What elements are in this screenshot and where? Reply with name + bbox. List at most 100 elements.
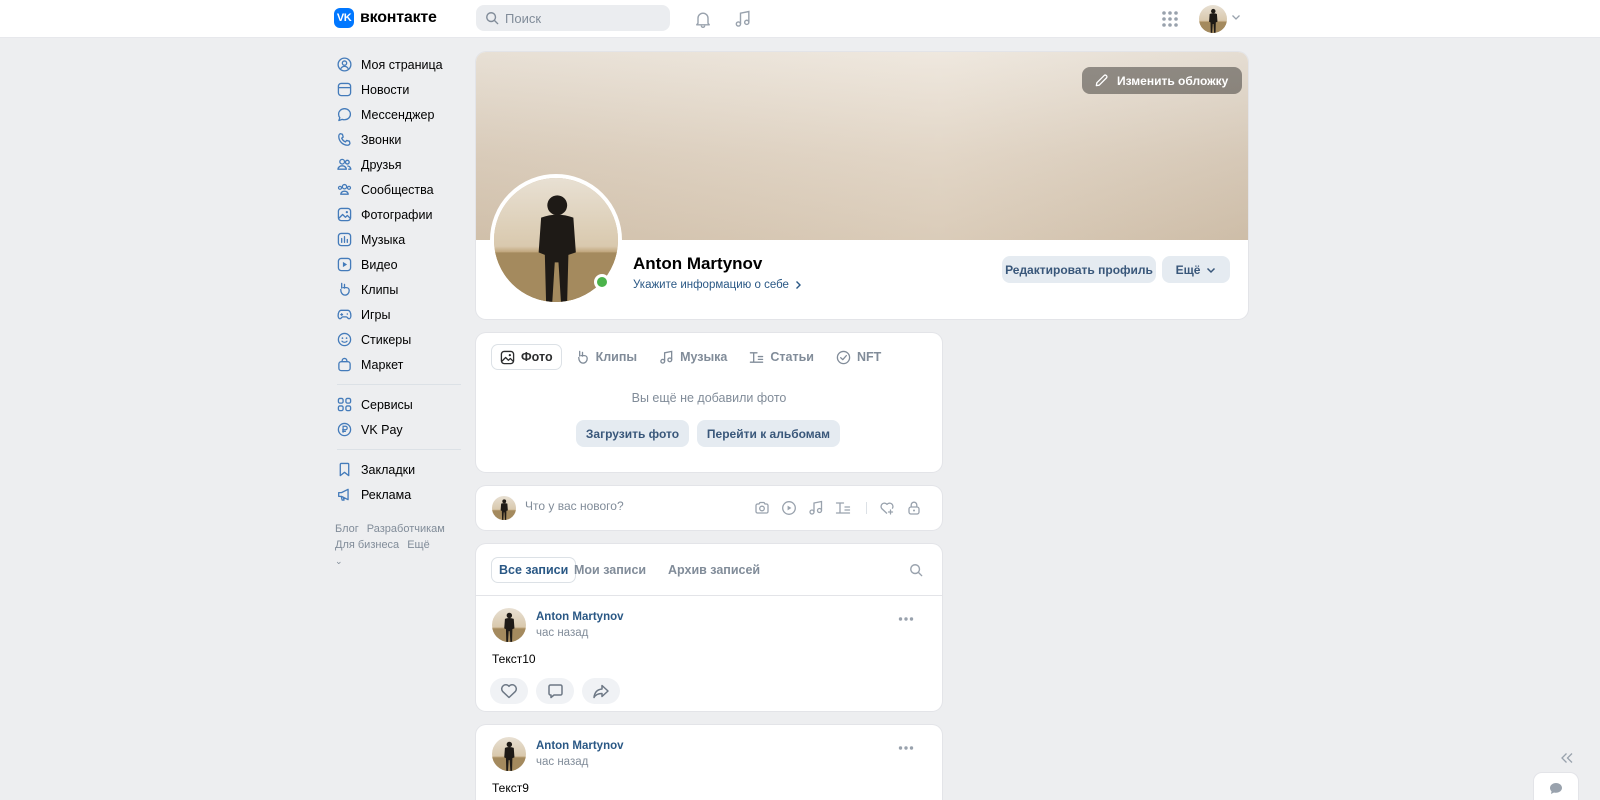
sidebar-item-friends[interactable]: Друзья: [334, 152, 464, 177]
photo-icon: [337, 207, 352, 222]
sidebar-item-vkpay[interactable]: VK Pay: [334, 417, 464, 442]
tab-my-posts[interactable]: Мои записи: [567, 558, 653, 582]
upload-photo-label: Загрузить фото: [585, 426, 680, 441]
edit-profile-button[interactable]: Редактировать профиль: [1002, 256, 1156, 283]
post-author-name[interactable]: Anton Martynov: [536, 611, 624, 623]
change-cover-button[interactable]: Изменить обложку: [1082, 67, 1243, 94]
article-icon: [750, 351, 764, 363]
top-header: VK вконтакте: [0, 0, 1600, 38]
sidebar-item-ads[interactable]: Реклама: [334, 482, 464, 507]
wall-post: Anton Martynov час назад Текст10: [476, 596, 942, 711]
sidebar-item-services[interactable]: Сервисы: [334, 392, 464, 417]
music-icon[interactable]: [808, 500, 824, 516]
go-to-albums-button[interactable]: Перейти к альбомам: [697, 420, 840, 447]
tab-photos[interactable]: Фото: [492, 345, 561, 369]
nav-group-services: Сервисы VK Pay: [334, 392, 464, 442]
sidebar-item-stickers[interactable]: Стикеры: [334, 327, 464, 352]
photo-icon: [500, 350, 515, 364]
share-button[interactable]: [582, 678, 620, 704]
search-box[interactable]: [476, 5, 670, 31]
sidebar-item-bookmarks[interactable]: Закладки: [334, 457, 464, 482]
recommend-heart-icon[interactable]: [879, 500, 895, 516]
go-to-albums-label: Перейти к альбомам: [706, 426, 831, 441]
search-icon[interactable]: [909, 563, 923, 577]
more-dots-icon[interactable]: [898, 616, 914, 622]
sidebar-item-communities[interactable]: Сообщества: [334, 177, 464, 202]
footer-more-label: Ещё: [407, 539, 430, 551]
media-tabs: Фото Клипы Музыка Статьи NFT: [492, 345, 889, 369]
chevron-down-icon[interactable]: [1231, 13, 1241, 21]
sidebar-item-games[interactable]: Игры: [334, 302, 464, 327]
sidebar-item-label: Фотографии: [361, 207, 433, 222]
footer-link-blog[interactable]: Блог: [335, 523, 359, 535]
tab-clips[interactable]: Клипы: [567, 345, 645, 369]
nav-group-extra: Закладки Реклама: [334, 457, 464, 507]
clips-icon: [340, 282, 350, 296]
comment-button[interactable]: [536, 678, 574, 704]
post-author-name[interactable]: Anton Martynov: [536, 740, 624, 752]
video-icon[interactable]: [781, 500, 797, 516]
music-player-icon[interactable]: [732, 8, 754, 30]
post-timestamp[interactable]: час назад: [536, 756, 588, 768]
lock-icon[interactable]: [906, 500, 922, 516]
edit-profile-label: Редактировать профиль: [1005, 262, 1153, 277]
left-sidebar: Моя страница Новости Мессенджер Звонки Д…: [334, 52, 464, 569]
apps-grid-icon[interactable]: [1159, 8, 1181, 30]
tab-music[interactable]: Музыка: [651, 345, 735, 369]
sidebar-item-calls[interactable]: Звонки: [334, 127, 464, 152]
tab-archive[interactable]: Архив записей: [661, 558, 767, 582]
sidebar-item-news[interactable]: Новости: [334, 77, 464, 102]
more-dots-icon[interactable]: [898, 745, 914, 751]
chat-button[interactable]: [1534, 773, 1578, 800]
sidebar-item-my-page[interactable]: Моя страница: [334, 52, 464, 77]
profile-more-label: Ещё: [1175, 262, 1201, 277]
chevron-down-icon: ⌄: [335, 556, 343, 566]
sidebar-item-label: Моя страница: [361, 57, 443, 72]
sidebar-item-messenger[interactable]: Мессенджер: [334, 102, 464, 127]
footer-link-developers[interactable]: Разработчикам: [367, 523, 445, 535]
music-icon: [337, 232, 352, 247]
tab-label: Музыка: [680, 350, 728, 364]
sidebar-item-video[interactable]: Видео: [334, 252, 464, 277]
sidebar-item-label: Видео: [361, 257, 398, 272]
search-input[interactable]: [505, 10, 665, 26]
camera-icon[interactable]: [754, 500, 770, 516]
post-text: Текст10: [492, 652, 536, 666]
upload-photo-button[interactable]: Загрузить фото: [576, 420, 689, 447]
online-status-indicator: [594, 274, 610, 290]
article-icon[interactable]: [835, 500, 851, 516]
profile-info-link[interactable]: Укажите информацию о себе: [633, 279, 802, 291]
post-composer: [476, 486, 942, 530]
comment-icon: [547, 684, 563, 699]
media-card: Фото Клипы Музыка Статьи NFT Вы ещё не д…: [476, 333, 942, 472]
double-chevron-left-icon[interactable]: [1560, 752, 1574, 764]
divider: [866, 502, 867, 514]
gamepad-icon: [337, 309, 352, 320]
notifications-bell-icon[interactable]: [692, 8, 714, 30]
sidebar-item-clips[interactable]: Клипы: [334, 277, 464, 302]
post-author-avatar[interactable]: [492, 608, 526, 642]
vk-logo[interactable]: VK вконтакте: [334, 8, 437, 28]
tab-nft[interactable]: NFT: [828, 345, 889, 369]
footer-link-business[interactable]: Для бизнеса: [335, 539, 399, 551]
post-author-avatar[interactable]: [492, 737, 526, 771]
tab-label: Фото: [521, 350, 553, 364]
tab-articles[interactable]: Статьи: [741, 345, 822, 369]
market-bag-icon: [338, 357, 351, 372]
sidebar-item-photos[interactable]: Фотографии: [334, 202, 464, 227]
new-post-input[interactable]: [525, 499, 725, 513]
like-button[interactable]: [490, 678, 528, 704]
sidebar-item-label: Друзья: [361, 157, 402, 172]
sidebar-item-label: Закладки: [361, 462, 416, 477]
tab-label: NFT: [856, 350, 882, 364]
post-timestamp[interactable]: час назад: [536, 627, 588, 639]
vkpay-icon: [337, 422, 352, 437]
sidebar-item-label: Новости: [361, 82, 410, 97]
tab-all-posts[interactable]: Все записи: [492, 558, 575, 582]
sidebar-item-market[interactable]: Маркет: [334, 352, 464, 377]
megaphone-icon: [338, 488, 349, 501]
sidebar-item-music[interactable]: Музыка: [334, 227, 464, 252]
profile-more-button[interactable]: Ещё: [1162, 256, 1230, 283]
header-avatar[interactable]: [1199, 5, 1227, 33]
nft-check-icon: [836, 350, 851, 364]
